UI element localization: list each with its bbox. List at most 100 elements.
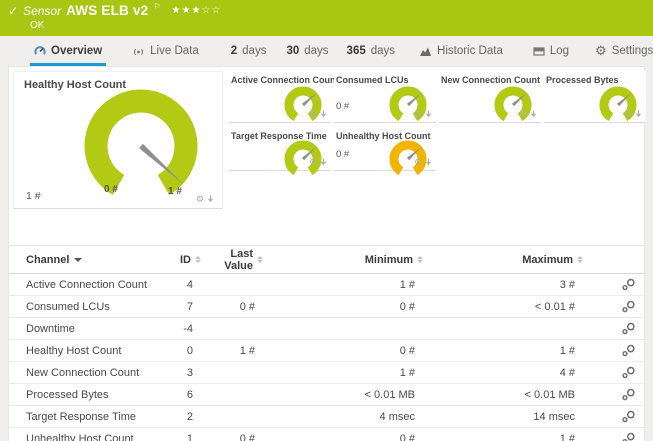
channel-maximum: 4 #	[559, 366, 575, 379]
tab-label: Log	[549, 45, 570, 57]
channel-minimum: 1 #	[399, 278, 415, 291]
channel-settings-icon[interactable]	[622, 322, 636, 335]
channel-name: Consumed LCUs	[26, 300, 110, 313]
gauge-dial	[389, 86, 427, 121]
gauge-tile-active-connection-count[interactable]: Active Connection Count ⚙	[229, 71, 339, 123]
gauge-tile-unhealthy-host-count[interactable]: Unhealthy Host Count 0 # ⚙	[334, 127, 436, 175]
gauge-gear-icon[interactable]: ⚙	[414, 110, 422, 119]
gauge-current-value: 0 #	[336, 101, 350, 112]
gear-icon: ⚙	[595, 43, 607, 58]
channel-settings-icon[interactable]	[622, 278, 636, 291]
gauge-scale-max: 1 #	[168, 186, 182, 197]
tab-label: days	[370, 45, 396, 57]
channel-id: 3	[186, 366, 193, 379]
tab-30-days[interactable]: 30 days	[282, 41, 332, 66]
gauge-tile-new-connection-count[interactable]: New Connection Count ⚙	[439, 71, 541, 123]
gauge-dial	[284, 86, 322, 121]
channel-minimum: 0 #	[399, 344, 415, 357]
channel-name: Active Connection Count	[26, 278, 148, 291]
table-row: Unhealthy Host Count 1 0 # 0 # 1 #	[9, 428, 644, 441]
tab-label: Historic Data	[437, 45, 503, 57]
channel-settings-icon[interactable]	[622, 432, 636, 441]
tab-overview[interactable]: Overview	[30, 41, 107, 66]
gauge-current-value: 1 #	[26, 190, 41, 202]
gauge-gear-icon[interactable]: ⚙	[624, 110, 632, 119]
gauge-dial	[599, 86, 637, 121]
favorite-stars-rating[interactable]: ★★★☆☆	[172, 5, 222, 16]
gauge-gear-icon[interactable]: ⚙	[196, 195, 204, 204]
channel-id: 6	[186, 388, 193, 401]
gauge-tile-consumed-lcus[interactable]: Consumed LCUs 0 # ⚙	[334, 71, 436, 123]
tab-label: days	[242, 45, 267, 57]
channel-minimum: 1 #	[399, 366, 415, 379]
tab-settings[interactable]: ⚙ Settings	[591, 41, 653, 66]
gauge-pin-icon[interactable]	[207, 195, 214, 203]
tab-label: Settings	[611, 45, 653, 57]
gauge-scale-min: 0 #	[104, 184, 118, 195]
tab-log[interactable]: Log	[529, 41, 573, 66]
tab-historic-data[interactable]: Historic Data	[415, 41, 507, 66]
table-row: Healthy Host Count 0 1 # 0 # 1 #	[9, 340, 644, 362]
tab-2-days[interactable]: 2 days	[227, 41, 271, 66]
column-label: ID	[180, 253, 191, 266]
channel-table-header: Channel ID Last Value Minimum Maximum	[9, 245, 644, 274]
table-row: Target Response Time 2 4 msec 14 msec	[9, 406, 644, 428]
status-check-icon: ✓	[8, 3, 19, 18]
column-header-channel[interactable]: Channel	[26, 254, 171, 266]
channel-id: 7	[186, 300, 193, 313]
channel-name: New Connection Count	[26, 366, 140, 379]
gauge-tile-processed-bytes[interactable]: Processed Bytes ⚙	[544, 71, 646, 123]
column-header-minimum[interactable]: Minimum	[263, 254, 423, 266]
column-label: Last Value	[224, 247, 253, 272]
gauge-gear-icon[interactable]: ⚙	[309, 110, 317, 119]
gauge-pin-icon[interactable]	[425, 110, 432, 118]
gauge-pin-icon[interactable]	[635, 110, 642, 118]
priority-flag-icon: ⚐	[153, 2, 161, 11]
channel-tools-cell	[583, 278, 644, 291]
channel-settings-icon[interactable]	[622, 410, 636, 423]
tab-live-data[interactable]: Live Data	[128, 41, 203, 66]
table-row: Consumed LCUs 7 0 # 0 # < 0.01 #	[9, 296, 644, 318]
gauge-gear-icon[interactable]: ⚙	[414, 158, 422, 167]
tab-number: 365	[346, 45, 366, 57]
gauge-gear-icon[interactable]: ⚙	[519, 110, 527, 119]
channel-tools-cell	[583, 388, 644, 401]
channel-maximum: 14 msec	[533, 410, 575, 423]
channel-tools-cell	[583, 322, 644, 335]
column-label: Minimum	[364, 253, 413, 266]
gauge-pin-icon[interactable]	[425, 158, 432, 166]
column-header-id[interactable]: ID	[171, 254, 201, 266]
channel-last-value: 0 #	[239, 432, 255, 441]
tab-365-days[interactable]: 365 days	[343, 41, 399, 66]
channel-minimum: < 0.01 MB	[364, 388, 415, 401]
gauge-current-value: 0 #	[336, 149, 350, 160]
gauge-tile-target-response-time[interactable]: Target Response Time ⚙	[229, 127, 331, 175]
channel-maximum: 1 #	[559, 432, 575, 441]
object-kind-label: Sensor	[23, 3, 62, 18]
tab-label: Live Data	[150, 45, 199, 57]
column-header-maximum[interactable]: Maximum	[423, 254, 583, 266]
channel-tools-cell	[583, 300, 644, 313]
gauge-tiles-grid: Active Connection Count ⚙ Consumed LCUs	[229, 71, 646, 175]
channel-tools-cell	[583, 432, 644, 441]
channel-last-value: 0 #	[239, 300, 255, 313]
channel-name: Unhealthy Host Count	[26, 432, 134, 441]
gauge-gear-icon[interactable]: ⚙	[309, 158, 317, 167]
sensor-status-text: OK	[30, 20, 45, 31]
gauge-pin-icon[interactable]	[320, 110, 327, 118]
channel-table-body: Active Connection Count 4 1 # 3 # Consum…	[9, 274, 644, 441]
gauge-icon	[34, 46, 46, 55]
column-header-last-value[interactable]: Last Value	[201, 248, 263, 272]
channel-settings-icon[interactable]	[622, 366, 636, 379]
channel-settings-icon[interactable]	[622, 388, 636, 401]
channel-settings-icon[interactable]	[622, 344, 636, 357]
gauge-card-healthy-host-count[interactable]: Healthy Host Count 0 # 1 # 1 # ⚙	[13, 71, 223, 209]
table-row: New Connection Count 3 1 # 4 #	[9, 362, 644, 384]
gauge-pin-icon[interactable]	[320, 158, 327, 166]
tab-number: 30	[286, 45, 300, 57]
gauge-pin-icon[interactable]	[530, 110, 537, 118]
channel-id: 4	[186, 278, 193, 291]
channel-settings-icon[interactable]	[622, 300, 636, 313]
channel-minimum: 4 msec	[379, 410, 415, 423]
table-row: Downtime -4	[9, 318, 644, 340]
